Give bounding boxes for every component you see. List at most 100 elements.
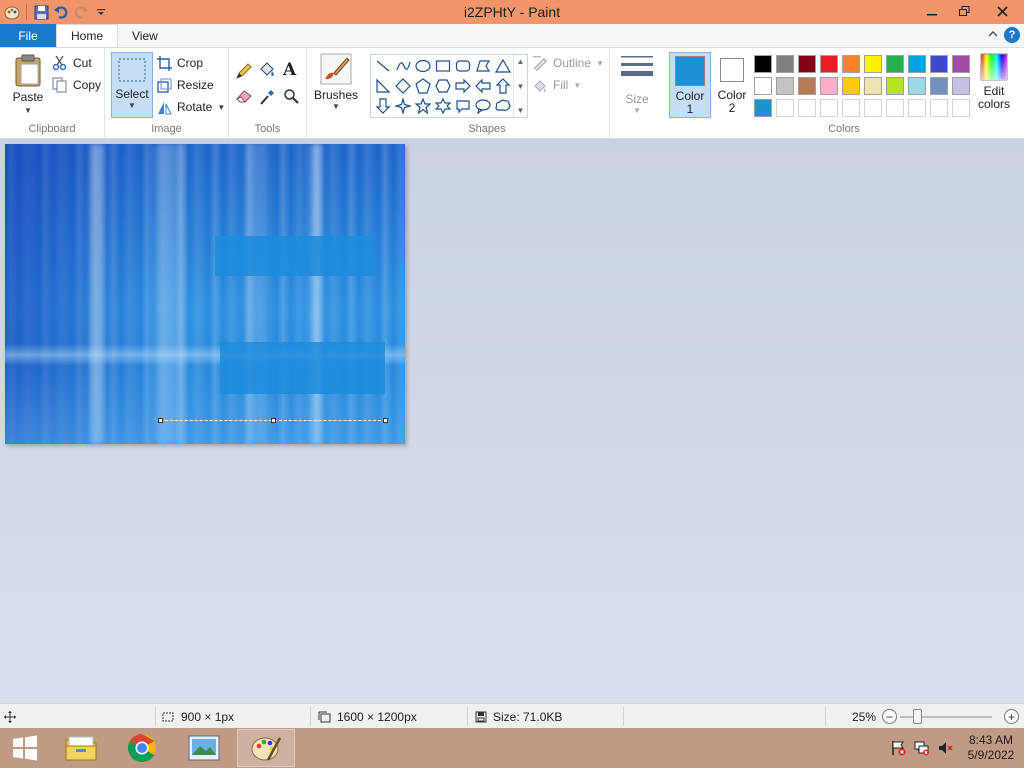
close-button[interactable] (980, 0, 1024, 22)
selection-handle[interactable] (383, 418, 388, 423)
five-point-star-shape-icon[interactable] (413, 96, 433, 116)
color-picker-icon[interactable] (259, 88, 275, 106)
down-arrow-shape-icon[interactable] (373, 96, 393, 116)
minimize-button[interactable] (916, 0, 948, 22)
six-point-star-shape-icon[interactable] (433, 96, 453, 116)
selection-handle[interactable] (271, 418, 276, 423)
color-swatch[interactable] (952, 99, 970, 117)
oval-callout-shape-icon[interactable] (473, 96, 493, 116)
network-icon[interactable] (910, 740, 934, 756)
oval-shape-icon[interactable] (413, 56, 433, 76)
help-icon[interactable]: ? (1004, 27, 1020, 43)
color-swatch[interactable] (842, 77, 860, 95)
outline-dropdown-icon[interactable]: ▼ (596, 59, 604, 68)
color-swatch[interactable] (952, 77, 970, 95)
fill-button[interactable]: Fill ▼ (532, 75, 581, 95)
cloud-callout-shape-icon[interactable] (493, 96, 513, 116)
color2-button[interactable]: Color 2 (714, 52, 750, 115)
color-swatch[interactable] (908, 77, 926, 95)
color-swatch[interactable] (886, 99, 904, 117)
minimize-ribbon-icon[interactable] (988, 29, 998, 41)
color1-button[interactable]: Color 1 (669, 52, 711, 118)
polygon-shape-icon[interactable] (473, 56, 493, 76)
select-dropdown-icon[interactable]: ▼ (128, 101, 136, 110)
up-arrow-shape-icon[interactable] (493, 76, 513, 96)
zoom-out-button[interactable]: − (882, 709, 897, 724)
color-swatch[interactable] (776, 55, 794, 73)
shapes-scroll-down-icon[interactable]: ▼ (517, 82, 525, 91)
redo-icon[interactable] (71, 2, 91, 22)
brushes-button[interactable]: Brushes ▼ (314, 53, 358, 111)
rectangle-shape-icon[interactable] (433, 56, 453, 76)
fill-dropdown-icon[interactable]: ▼ (573, 81, 581, 90)
eraser-icon[interactable] (235, 88, 253, 104)
color-swatch[interactable] (930, 77, 948, 95)
color-swatch[interactable] (930, 99, 948, 117)
color-swatch[interactable] (798, 55, 816, 73)
crop-button[interactable]: Crop (157, 53, 203, 73)
color-swatch[interactable] (820, 77, 838, 95)
paste-dropdown-icon[interactable]: ▼ (24, 106, 32, 115)
triangle-shape-icon[interactable] (493, 56, 513, 76)
shapes-scrollbar[interactable]: ▲ ▼ ▼ (513, 55, 527, 117)
color-swatch[interactable] (754, 77, 772, 95)
pencil-icon[interactable] (235, 62, 253, 80)
color-swatch[interactable] (908, 55, 926, 73)
cut-button[interactable]: Cut (52, 53, 92, 73)
size-dropdown-icon[interactable]: ▼ (633, 106, 641, 115)
diamond-shape-icon[interactable] (393, 76, 413, 96)
customize-qat-icon[interactable] (91, 2, 111, 22)
pentagon-shape-icon[interactable] (413, 76, 433, 96)
taskbar-photos[interactable] (175, 729, 233, 767)
color-swatch[interactable] (886, 55, 904, 73)
taskbar-file-explorer[interactable] (52, 729, 110, 767)
save-icon[interactable] (31, 2, 51, 22)
four-point-star-shape-icon[interactable] (393, 96, 413, 116)
paint-app-icon[interactable] (2, 2, 22, 22)
volume-muted-icon[interactable] (934, 740, 958, 756)
restore-button[interactable] (948, 0, 980, 22)
color-swatch[interactable] (908, 99, 926, 117)
rounded-callout-shape-icon[interactable] (453, 96, 473, 116)
color-swatch[interactable] (864, 77, 882, 95)
color-swatch[interactable] (798, 99, 816, 117)
brushes-dropdown-icon[interactable]: ▼ (332, 102, 340, 111)
color-swatch[interactable] (886, 77, 904, 95)
color-swatch[interactable] (864, 55, 882, 73)
color-swatch[interactable] (820, 55, 838, 73)
taskbar-chrome[interactable] (113, 729, 171, 767)
magnifier-icon[interactable] (283, 88, 299, 104)
taskbar-clock[interactable]: 8:43 AM 5/9/2022 (958, 733, 1024, 763)
copy-button[interactable]: Copy (52, 75, 101, 95)
fill-bucket-icon[interactable] (258, 61, 276, 79)
color-swatch[interactable] (754, 55, 772, 73)
color-swatch[interactable] (776, 77, 794, 95)
zoom-slider-thumb[interactable] (913, 709, 922, 724)
paste-button[interactable]: Paste ▼ (8, 54, 48, 115)
outline-button[interactable]: Outline ▼ (532, 53, 604, 73)
text-tool-icon[interactable]: A (283, 60, 296, 80)
color-swatch[interactable] (820, 99, 838, 117)
canvas-workspace[interactable] (0, 139, 1024, 703)
curve-shape-icon[interactable] (393, 56, 413, 76)
undo-icon[interactable] (51, 2, 71, 22)
left-arrow-shape-icon[interactable] (473, 76, 493, 96)
color-swatch[interactable] (952, 55, 970, 73)
selection-handle[interactable] (158, 418, 163, 423)
drawing-canvas[interactable] (5, 144, 405, 444)
select-button[interactable]: Select ▼ (111, 52, 153, 118)
line-shape-icon[interactable] (373, 56, 393, 76)
tab-home[interactable]: Home (56, 24, 119, 47)
shapes-scroll-up-icon[interactable]: ▲ (517, 57, 525, 66)
right-arrow-shape-icon[interactable] (453, 76, 473, 96)
resize-button[interactable]: Resize (157, 75, 214, 95)
size-button[interactable]: Size ▼ (616, 53, 658, 115)
color-swatch[interactable] (798, 77, 816, 95)
edit-colors-button[interactable]: Edit colors (974, 53, 1014, 111)
start-button[interactable] (0, 728, 50, 768)
color-swatch[interactable] (842, 99, 860, 117)
color-swatch[interactable] (842, 55, 860, 73)
zoom-in-button[interactable]: + (1004, 709, 1019, 724)
right-triangle-shape-icon[interactable] (373, 76, 393, 96)
rounded-rectangle-shape-icon[interactable] (453, 56, 473, 76)
